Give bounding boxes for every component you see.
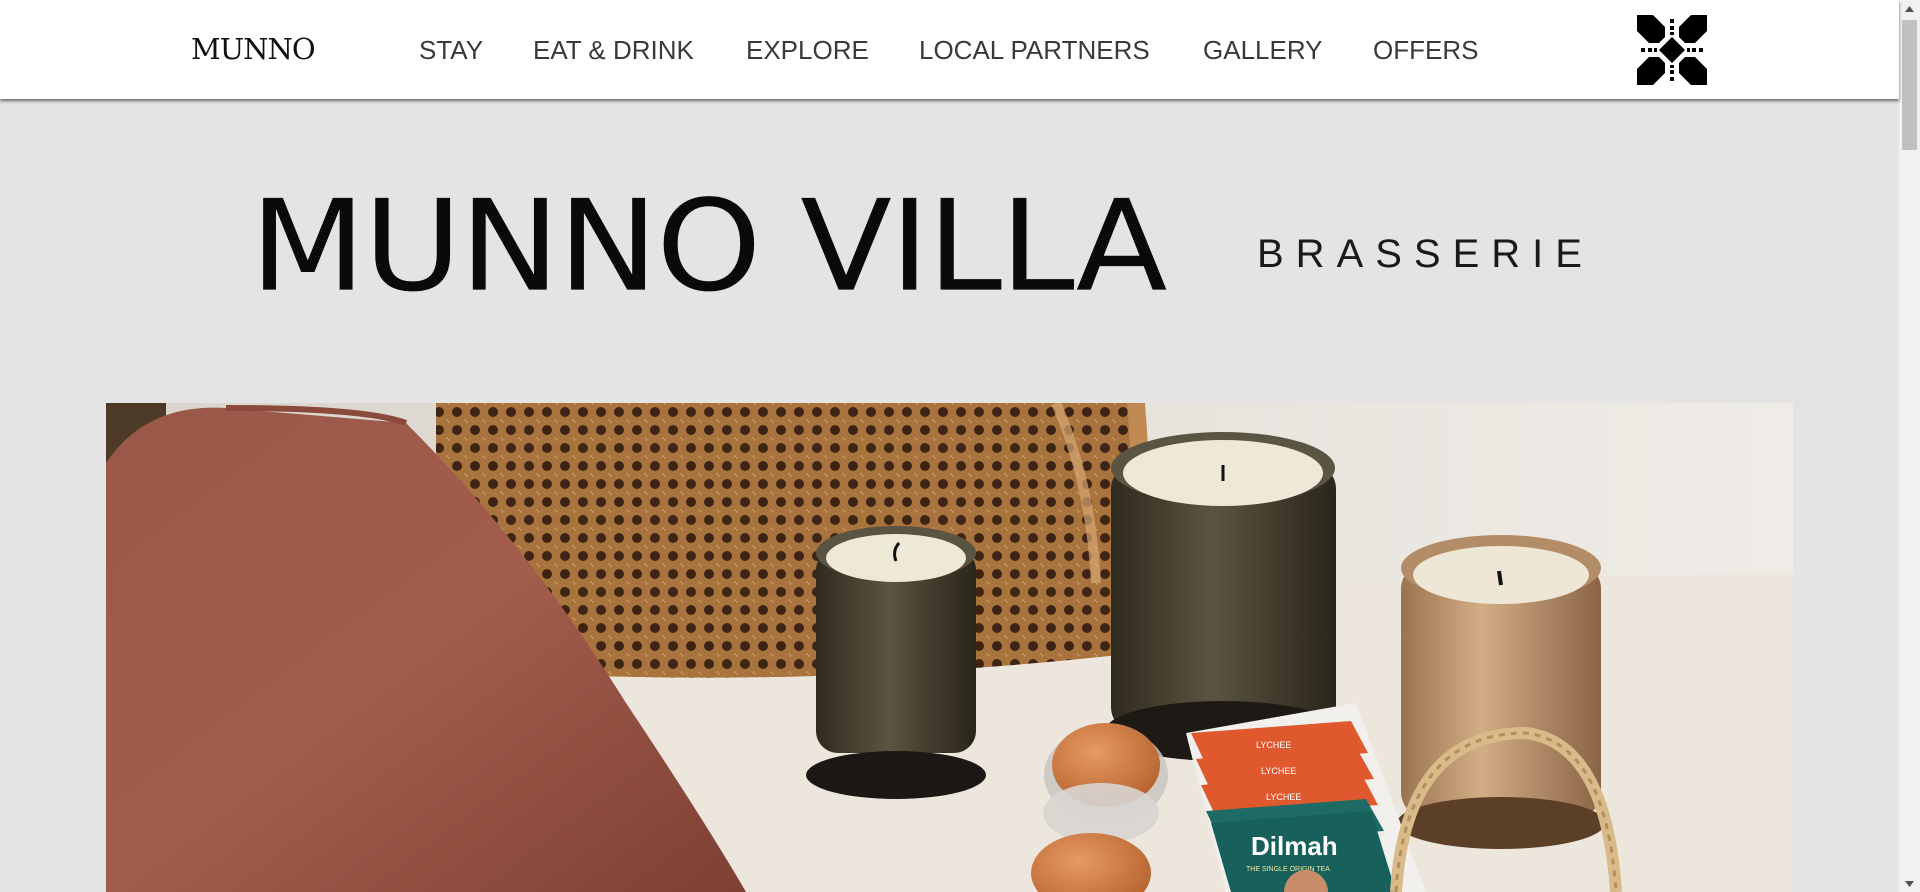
- munno-logo[interactable]: MUNNO: [191, 29, 316, 69]
- top-navbar: MUNNO STAY EAT & DRINK EXPLORE LOCAL PAR…: [0, 0, 1899, 99]
- tea-label-3: LYCHEE: [1266, 792, 1301, 802]
- page-scrollbar[interactable]: [1899, 0, 1920, 892]
- nav-link-offers[interactable]: OFFERS: [1373, 33, 1478, 67]
- scrollbar-thumb[interactable]: [1902, 20, 1917, 150]
- hero-title: MUNNO VILLA: [250, 173, 1167, 320]
- tea-label-1: LYCHEE: [1256, 740, 1291, 750]
- hero-photo: LYCHEE LYCHEE LYCHEE Dilmah THE SINGLE O…: [106, 403, 1793, 892]
- tea-brand: Dilmah: [1251, 831, 1338, 861]
- nav-link-gallery[interactable]: GALLERY: [1203, 33, 1322, 67]
- nav-link-eat-drink[interactable]: EAT & DRINK: [533, 33, 694, 67]
- scroll-down-arrow-icon[interactable]: [1899, 875, 1920, 892]
- nav-link-explore[interactable]: EXPLORE: [746, 33, 869, 67]
- nav-link-stay[interactable]: STAY: [419, 33, 483, 67]
- scroll-up-arrow-icon[interactable]: [1899, 0, 1920, 17]
- tea-line: THE SINGLE ORIGIN TEA: [1246, 866, 1330, 873]
- munno-emblem-icon[interactable]: [1637, 15, 1707, 85]
- nav-link-local-partners[interactable]: LOCAL PARTNERS: [919, 33, 1150, 67]
- tea-label-2: LYCHEE: [1261, 766, 1296, 776]
- hero-subtitle: BRASSERIE: [1257, 232, 1594, 276]
